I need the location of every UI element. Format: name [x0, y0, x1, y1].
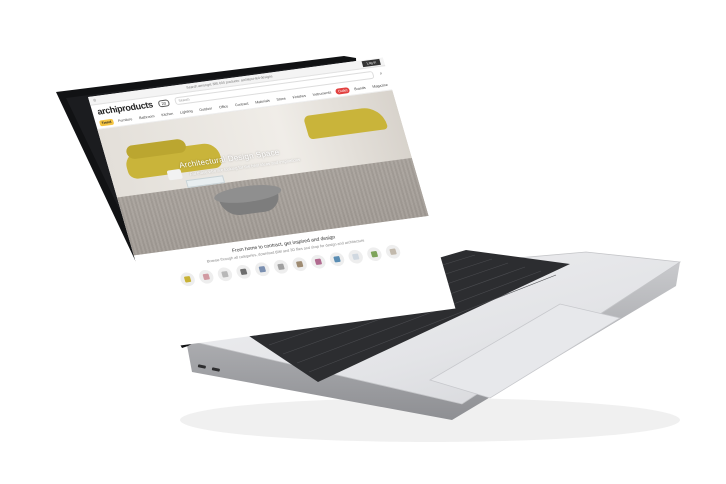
shelf-icon	[314, 258, 322, 266]
nav-item-bathroom[interactable]: Bathroom	[136, 113, 157, 121]
plant-icon	[370, 250, 378, 258]
nav-item-instruments[interactable]: Instruments	[310, 89, 334, 98]
category-sofa-icon[interactable]	[178, 271, 196, 288]
category-shelf-icon[interactable]	[309, 254, 327, 270]
nav-item-stone[interactable]: Stone	[274, 95, 289, 103]
nav-item-outdoor[interactable]: Outdoor	[197, 105, 215, 113]
category-vase-icon[interactable]	[346, 249, 365, 265]
table-icon	[239, 268, 247, 276]
rug-icon	[388, 248, 397, 256]
category-table-icon[interactable]	[234, 264, 252, 280]
mirror-icon	[258, 266, 266, 273]
chair-icon	[202, 273, 210, 281]
laptop-scene: ◎ Search amongst 380.000 products: archi…	[0, 0, 726, 484]
logo-anniversary-badge: 20	[157, 98, 170, 107]
category-rug-icon[interactable]	[383, 244, 402, 260]
nav-item-contract[interactable]: Contract	[232, 100, 251, 108]
pillow-icon	[332, 256, 341, 263]
lamp-icon	[220, 271, 229, 278]
category-bath-icon[interactable]	[271, 259, 290, 275]
stool-icon	[295, 261, 303, 268]
category-chair-icon[interactable]	[196, 269, 215, 285]
category-plant-icon[interactable]	[365, 246, 383, 262]
sofa-icon	[183, 276, 191, 283]
category-stool-icon[interactable]	[290, 256, 309, 273]
nav-item-outlet[interactable]: Outlet	[335, 87, 351, 95]
bath-icon	[276, 263, 285, 271]
nav-item-trend[interactable]: Trend	[98, 118, 115, 127]
nav-item-kitchen[interactable]: Kitchen	[159, 110, 176, 118]
white-pillow	[166, 168, 184, 181]
nav-item-office[interactable]: Office	[216, 103, 231, 111]
category-lamp-icon[interactable]	[215, 266, 234, 283]
nav-item-magazine[interactable]: Magazine	[370, 82, 391, 90]
language-icon[interactable]: ◎	[92, 98, 96, 102]
vase-icon	[351, 253, 360, 261]
nav-item-finishes[interactable]: Finishes	[290, 93, 309, 101]
nav-item-brands[interactable]: Brands	[352, 85, 369, 93]
login-button[interactable]: Log in	[361, 58, 381, 68]
nav-item-materials[interactable]: Materials	[253, 98, 273, 106]
nav-item-furniture[interactable]: Furniture	[115, 116, 135, 124]
search-icon[interactable]: ⌕	[379, 71, 383, 77]
category-mirror-icon[interactable]	[253, 261, 271, 278]
category-pillow-icon[interactable]	[327, 251, 346, 267]
nav-item-lighting[interactable]: Lighting	[177, 108, 195, 116]
